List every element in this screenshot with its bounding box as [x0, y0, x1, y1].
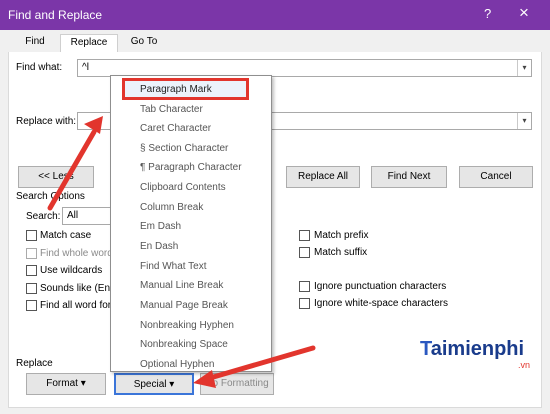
- replace-with-dropdown-icon[interactable]: ▾: [517, 113, 531, 129]
- find-next-button[interactable]: Find Next: [371, 166, 447, 188]
- menu-item-manual-line-break[interactable]: Manual Line Break: [140, 280, 223, 291]
- word-forms-checkbox[interactable]: [26, 300, 37, 311]
- cancel-button[interactable]: Cancel: [459, 166, 533, 188]
- search-select[interactable]: All: [62, 207, 114, 225]
- menu-item-find-what-text[interactable]: Find What Text: [140, 261, 207, 272]
- watermark-logo: Taimienphi: [420, 338, 524, 361]
- wildcards-label: Use wildcards: [40, 265, 103, 276]
- match-suffix-checkbox[interactable]: [299, 247, 310, 258]
- special-menu-items: Paragraph Mark Tab Character Caret Chara…: [110, 75, 272, 372]
- tab-go-to[interactable]: Go To: [122, 34, 166, 52]
- tab-replace[interactable]: Replace: [60, 34, 118, 53]
- match-case-checkbox[interactable]: [26, 230, 37, 241]
- help-icon[interactable]: ?: [484, 6, 491, 21]
- search-label: Search:: [26, 211, 61, 222]
- format-button[interactable]: Format ▾: [26, 373, 106, 395]
- find-what-value: ^l: [82, 62, 89, 73]
- menu-item-tab-character[interactable]: Tab Character: [140, 104, 203, 115]
- menu-item-en-dash[interactable]: En Dash: [140, 241, 178, 252]
- whole-words-checkbox: [26, 248, 37, 259]
- wildcards-checkbox[interactable]: [26, 265, 37, 276]
- title-bar: Find and Replace ? ×: [0, 0, 550, 30]
- tab-find[interactable]: Find: [16, 34, 54, 52]
- find-what-dropdown-icon[interactable]: ▾: [517, 60, 531, 76]
- menu-item-optional-hyphen[interactable]: Optional Hyphen: [140, 359, 215, 370]
- ignore-punctuation-checkbox[interactable]: [299, 281, 310, 292]
- menu-item-paragraph-character[interactable]: ¶ Paragraph Character: [140, 162, 242, 173]
- ignore-whitespace-checkbox[interactable]: [299, 298, 310, 309]
- menu-item-paragraph-mark[interactable]: Paragraph Mark: [140, 84, 212, 95]
- match-prefix-label: Match prefix: [314, 230, 369, 241]
- search-options-heading: Search Options: [16, 191, 85, 202]
- no-formatting-button: No Formatting: [200, 373, 274, 395]
- close-icon[interactable]: ×: [519, 3, 529, 23]
- replace-with-label: Replace with:: [16, 116, 77, 127]
- watermark-suffix: .vn: [518, 360, 531, 370]
- match-prefix-checkbox[interactable]: [299, 230, 310, 241]
- menu-item-em-dash[interactable]: Em Dash: [140, 221, 181, 232]
- ignore-whitespace-label: Ignore white-space characters: [314, 298, 448, 309]
- menu-item-manual-page-break[interactable]: Manual Page Break: [140, 300, 228, 311]
- special-button[interactable]: Special ▾: [114, 373, 194, 395]
- less-button[interactable]: << Less: [18, 166, 94, 188]
- match-suffix-label: Match suffix: [314, 247, 368, 258]
- watermark-initial: T: [420, 338, 431, 360]
- menu-item-clipboard-contents[interactable]: Clipboard Contents: [140, 182, 226, 193]
- menu-item-nonbreaking-hyphen[interactable]: Nonbreaking Hyphen: [140, 320, 234, 331]
- match-case-label: Match case: [40, 230, 92, 241]
- menu-item-caret-character[interactable]: Caret Character: [140, 123, 211, 134]
- menu-item-column-break[interactable]: Column Break: [140, 202, 203, 213]
- replace-all-button[interactable]: Replace All: [286, 166, 360, 188]
- ignore-punctuation-label: Ignore punctuation characters: [314, 281, 447, 292]
- menu-item-section-character[interactable]: § Section Character: [140, 143, 228, 154]
- window-title: Find and Replace: [8, 8, 103, 22]
- search-select-value: All: [67, 210, 79, 221]
- replace-section-label: Replace: [16, 358, 53, 369]
- find-what-label: Find what:: [16, 62, 63, 73]
- sounds-like-checkbox[interactable]: [26, 283, 37, 294]
- watermark-brand: aimienphi: [430, 338, 525, 360]
- menu-item-nonbreaking-space[interactable]: Nonbreaking Space: [140, 339, 228, 350]
